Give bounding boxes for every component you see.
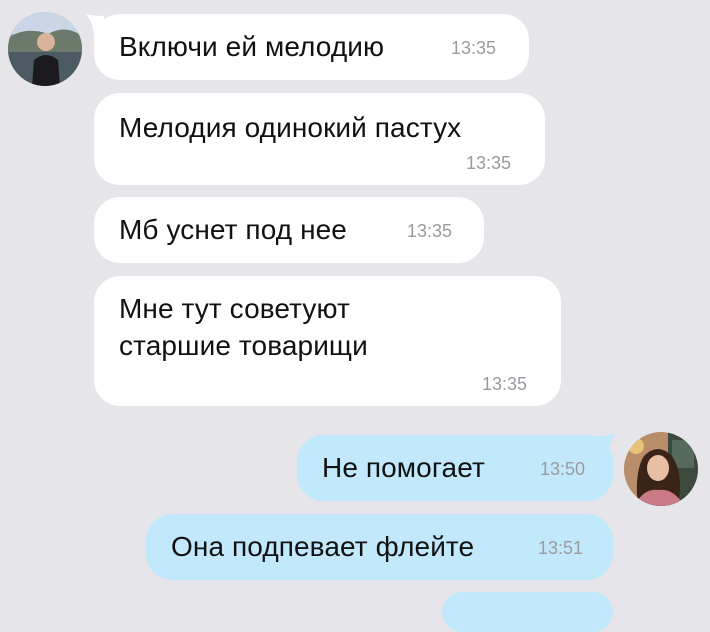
- message-bubble[interactable]: Мб уснет под нее 13:35: [94, 197, 484, 263]
- message-text: Она подпевает флейте: [171, 531, 475, 562]
- message-bubble-partial[interactable]: [442, 592, 613, 632]
- message-time: 13:35: [482, 374, 528, 394]
- woman-avatar-icon: [624, 432, 698, 506]
- message-text-line-2: старшие товарищи: [119, 330, 368, 361]
- message-text: Мелодия одинокий пастух: [119, 112, 462, 143]
- message-text: Мб уснет под нее: [119, 214, 347, 245]
- message-time: 13:51: [538, 538, 584, 558]
- message-time: 13:35: [466, 153, 512, 173]
- message-bubble[interactable]: Мелодия одинокий пастух 13:35: [94, 93, 545, 185]
- message-bubble[interactable]: Мне тут советуют старшие товарищи 13:35: [94, 276, 561, 406]
- message-text-line-1: Мне тут советуют: [119, 293, 350, 324]
- message-time: 13:35: [451, 38, 497, 58]
- message-bubble[interactable]: Она подпевает флейте 13:51: [146, 514, 613, 580]
- message-text: Не помогает: [322, 452, 485, 483]
- recipient-avatar[interactable]: [624, 432, 698, 506]
- message-time: 13:50: [540, 459, 586, 479]
- message-time: 13:35: [407, 221, 453, 241]
- man-avatar-icon: [8, 12, 82, 86]
- message-bubble[interactable]: Включи ей мелодию 13:35: [94, 14, 529, 80]
- sender-avatar[interactable]: [8, 12, 82, 86]
- message-text: Включи ей мелодию: [119, 31, 385, 62]
- message-bubble[interactable]: Не помогает 13:50: [297, 435, 613, 501]
